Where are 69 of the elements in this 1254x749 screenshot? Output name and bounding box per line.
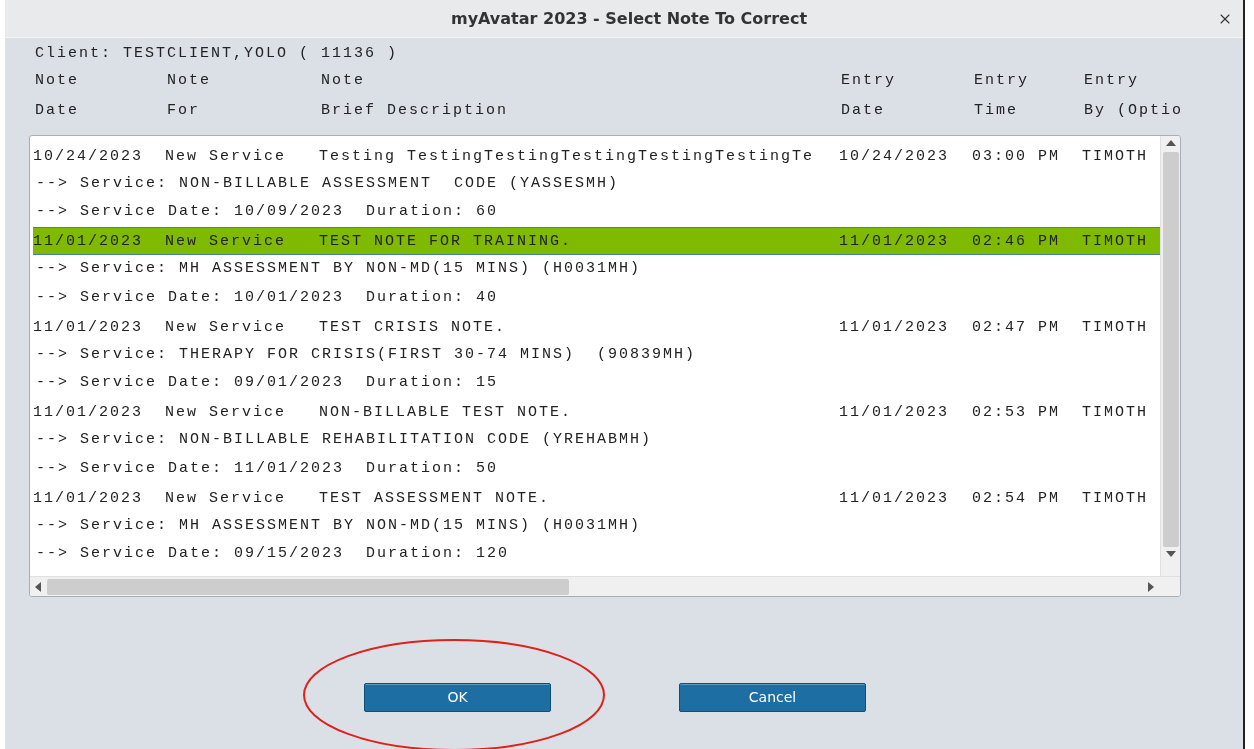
column-header: Date bbox=[35, 102, 79, 120]
column-header: By (Optio bbox=[1084, 102, 1183, 120]
service-detail: --> Service: NON-BILLABLE REHABILITATION CODE (YREHABMH) bbox=[36, 430, 653, 450]
table-cell: TEST CRISIS NOTE. bbox=[319, 318, 507, 336]
table-cell: 02:47 PM bbox=[972, 318, 1060, 336]
left-arrow-icon[interactable] bbox=[33, 580, 43, 593]
dialog-button[interactable]: Cancel bbox=[679, 683, 866, 712]
table-cell: 10/24/2023 bbox=[33, 147, 143, 165]
service-detail: --> Service: NON-BILLABLE ASSESSMENT CODE (YASSESMH) bbox=[36, 173, 620, 194]
service-detail: --> Service: MH ASSESSMENT BY NON-MD(15 MINS) (H0031MH) bbox=[36, 515, 642, 536]
table-cell: 11/01/2023 bbox=[839, 404, 949, 421]
column-header: Entry bbox=[1084, 72, 1139, 90]
column-header: Time bbox=[974, 102, 1018, 120]
table-cell: 11/01/2023 bbox=[839, 318, 949, 336]
table-cell: New Service bbox=[165, 318, 287, 336]
column-header: For bbox=[167, 102, 200, 120]
table-cell: Testing TestingTestingTestingTestingTestingTe bbox=[319, 147, 815, 165]
column-header: Note bbox=[35, 72, 79, 90]
column-header: Date bbox=[841, 102, 885, 120]
scrollbar-thumb[interactable] bbox=[47, 578, 569, 595]
table-cell: TIMOTH bbox=[1082, 147, 1148, 165]
window-title: myAvatar 2023 - Select Note To Correct bbox=[449, 7, 808, 30]
note-row[interactable]: 11/01/2023 New Service TEST NOTE FOR TRAINING. 11/01/2023 02:46 PM TIMOTH bbox=[33, 226, 1160, 255]
table-cell: 02:54 PM bbox=[972, 489, 1060, 507]
column-header: Entry bbox=[841, 72, 896, 90]
table-cell: TEST NOTE FOR TRAINING. bbox=[319, 233, 573, 250]
dialog-button[interactable]: OK bbox=[364, 683, 551, 712]
table-cell: TIMOTH bbox=[1082, 489, 1148, 507]
service-detail: --> Service Date: 09/15/2023 Duration: 120 bbox=[36, 544, 510, 564]
table-cell: New Service bbox=[165, 404, 287, 421]
column-header: Entry bbox=[974, 72, 1029, 90]
up-arrow-icon[interactable] bbox=[1164, 138, 1177, 148]
service-detail: --> Service Date: 09/01/2023 Duration: 15 bbox=[36, 373, 499, 393]
service-detail: --> Service Date: 11/01/2023 Duration: 50 bbox=[36, 458, 499, 479]
note-row[interactable]: 10/24/2023 New Service Testing TestingTestingTestingTestingTestingTe 10/24/2023 03:00 PM TIMOTH bbox=[33, 141, 1160, 170]
table-cell: New Service bbox=[165, 489, 287, 507]
table-cell: 02:46 PM bbox=[972, 233, 1060, 250]
table-cell: 03:00 PM bbox=[972, 147, 1060, 165]
column-header: Note bbox=[167, 72, 211, 90]
table-cell: 10/24/2023 bbox=[839, 147, 949, 165]
service-detail: --> Service Date: 10/01/2023 Duration: 40 bbox=[36, 287, 499, 308]
client-label: Client: TESTCLIENT,YOLO ( 11136 ) bbox=[35, 43, 399, 64]
table-cell: 02:53 PM bbox=[972, 404, 1060, 421]
table-cell: 11/01/2023 bbox=[839, 233, 949, 250]
table-cell: TIMOTH bbox=[1082, 404, 1148, 421]
table-cell: 11/01/2023 bbox=[839, 489, 949, 507]
table-cell: 11/01/2023 bbox=[33, 404, 143, 421]
horizontal-scrollbar[interactable] bbox=[30, 576, 1180, 596]
service-detail: --> Service: THERAPY FOR CRISIS(FIRST 30-74 MINS) (90839MH) bbox=[36, 344, 697, 365]
service-detail: --> Service Date: 10/09/2023 Duration: 60 bbox=[36, 202, 499, 222]
table-cell: 11/01/2023 bbox=[33, 318, 143, 336]
vertical-scrollbar[interactable] bbox=[1160, 136, 1180, 576]
table-cell: TIMOTH bbox=[1082, 233, 1148, 250]
service-detail: --> Service: MH ASSESSMENT BY NON-MD(15 MINS) (H0031MH) bbox=[36, 259, 642, 279]
note-row[interactable]: 11/01/2023 New Service TEST CRISIS NOTE. 11/01/2023 02:47 PM TIMOTH bbox=[33, 312, 1160, 341]
table-cell: 11/01/2023 bbox=[33, 233, 143, 250]
right-arrow-icon[interactable] bbox=[1146, 580, 1156, 593]
table-cell: New Service bbox=[165, 147, 287, 165]
column-header: Note bbox=[321, 72, 365, 90]
down-arrow-icon[interactable] bbox=[1164, 549, 1177, 559]
table-cell: TEST ASSESSMENT NOTE. bbox=[319, 489, 551, 507]
table-cell: TIMOTH bbox=[1082, 318, 1148, 336]
table-cell: New Service bbox=[165, 233, 287, 250]
table-cell: NON-BILLABLE TEST NOTE. bbox=[319, 404, 573, 421]
table-cell: 11/01/2023 bbox=[33, 489, 143, 507]
note-row[interactable]: 11/01/2023 New Service TEST ASSESSMENT NOTE. 11/01/2023 02:54 PM TIMOTH bbox=[33, 483, 1160, 512]
scrollbar-thumb[interactable] bbox=[1162, 152, 1179, 547]
column-header: Brief Description bbox=[321, 102, 509, 120]
note-row[interactable]: 11/01/2023 New Service NON-BILLABLE TEST NOTE. 11/01/2023 02:53 PM TIMOTH bbox=[33, 397, 1160, 426]
